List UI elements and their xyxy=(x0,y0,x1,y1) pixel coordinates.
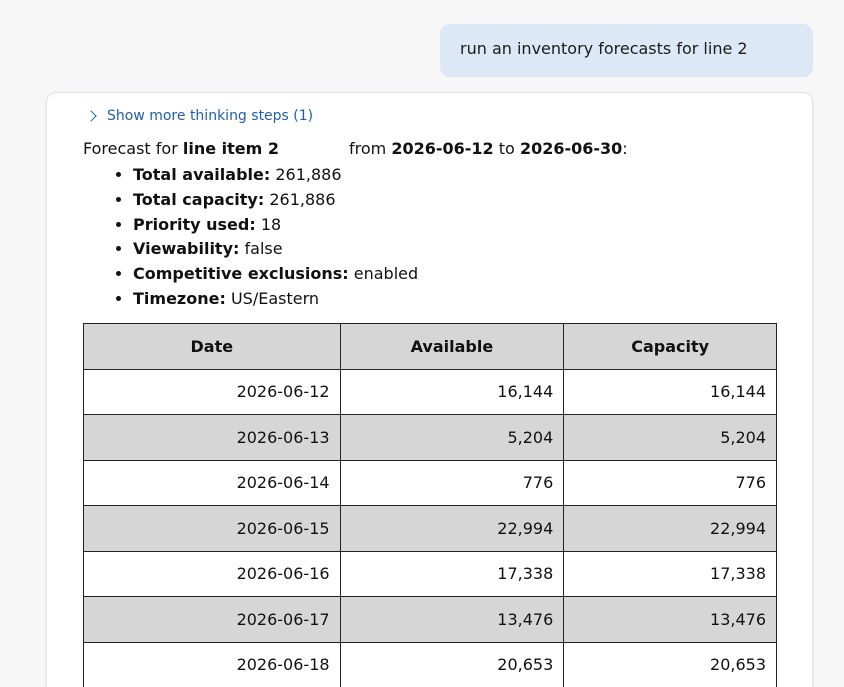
header-date: Date xyxy=(83,323,341,370)
user-message-bubble: run an inventory forecasts for line 2 xyxy=(440,24,813,77)
header-available: Available xyxy=(339,323,565,370)
cell-date: 2026-06-15 xyxy=(83,505,341,552)
fact-viewability: Viewability: false xyxy=(133,237,418,262)
cell-available: 16,144 xyxy=(339,368,565,415)
fact-total-available: Total available: 261,886 xyxy=(133,163,418,188)
cell-available: 776 xyxy=(339,459,565,506)
cell-capacity: 20,653 xyxy=(563,641,777,687)
cell-date: 2026-06-16 xyxy=(83,550,341,597)
forecast-table: Date Available Capacity 2026-06-12 16,14… xyxy=(83,323,777,687)
chevron-right-icon xyxy=(85,110,97,122)
cell-capacity: 13,476 xyxy=(563,596,777,643)
cell-date: 2026-06-18 xyxy=(83,641,341,687)
chat-page: run an inventory forecasts for line 2 Sh… xyxy=(0,0,844,687)
end-date: 2026-06-30 xyxy=(519,139,623,158)
cell-available: 13,476 xyxy=(339,596,565,643)
forecast-facts-list: Total available: 261,886 Total capacity:… xyxy=(109,163,418,312)
cell-capacity: 22,994 xyxy=(563,505,777,552)
cell-available: 5,204 xyxy=(339,414,565,461)
fact-competitive-exclusions: Competitive exclusions: enabled xyxy=(133,262,418,287)
cell-capacity: 5,204 xyxy=(563,414,777,461)
header-capacity: Capacity xyxy=(563,323,777,370)
show-thinking-steps-label: Show more thinking steps (1) xyxy=(107,108,314,124)
fact-timezone: Timezone: US/Eastern xyxy=(133,287,418,312)
table-row: 2026-06-13 5,204 5,204 xyxy=(83,414,777,461)
user-message-text: run an inventory forecasts for line 2 xyxy=(460,39,748,58)
table-row: 2026-06-15 22,994 22,994 xyxy=(83,505,777,552)
table-header-row: Date Available Capacity xyxy=(83,323,777,370)
fact-total-capacity: Total capacity: 261,886 xyxy=(133,188,418,213)
cell-capacity: 776 xyxy=(563,459,777,506)
cell-capacity: 17,338 xyxy=(563,550,777,597)
start-date: 2026-06-12 xyxy=(391,139,494,158)
cell-date: 2026-06-14 xyxy=(83,459,341,506)
table-row: 2026-06-18 20,653 20,653 xyxy=(83,641,777,687)
table-row: 2026-06-12 16,144 16,144 xyxy=(83,368,777,415)
table-row: 2026-06-14 776 776 xyxy=(83,459,777,506)
line-item-name: line item 2 xyxy=(182,139,280,158)
cell-available: 17,338 xyxy=(339,550,565,597)
forecast-intro: Forecast for line item 2 from 2026-06-12 … xyxy=(83,139,628,158)
cell-capacity: 16,144 xyxy=(563,368,777,415)
table-row: 2026-06-16 17,338 17,338 xyxy=(83,550,777,597)
assistant-response-card: Show more thinking steps (1) Forecast fo… xyxy=(46,92,813,687)
cell-available: 22,994 xyxy=(339,505,565,552)
cell-date: 2026-06-17 xyxy=(83,596,341,643)
fact-priority-used: Priority used: 18 xyxy=(133,213,418,238)
cell-date: 2026-06-12 xyxy=(83,368,341,415)
cell-date: 2026-06-13 xyxy=(83,414,341,461)
table-row: 2026-06-17 13,476 13,476 xyxy=(83,596,777,643)
show-thinking-steps-button[interactable]: Show more thinking steps (1) xyxy=(85,108,314,124)
cell-available: 20,653 xyxy=(339,641,565,687)
